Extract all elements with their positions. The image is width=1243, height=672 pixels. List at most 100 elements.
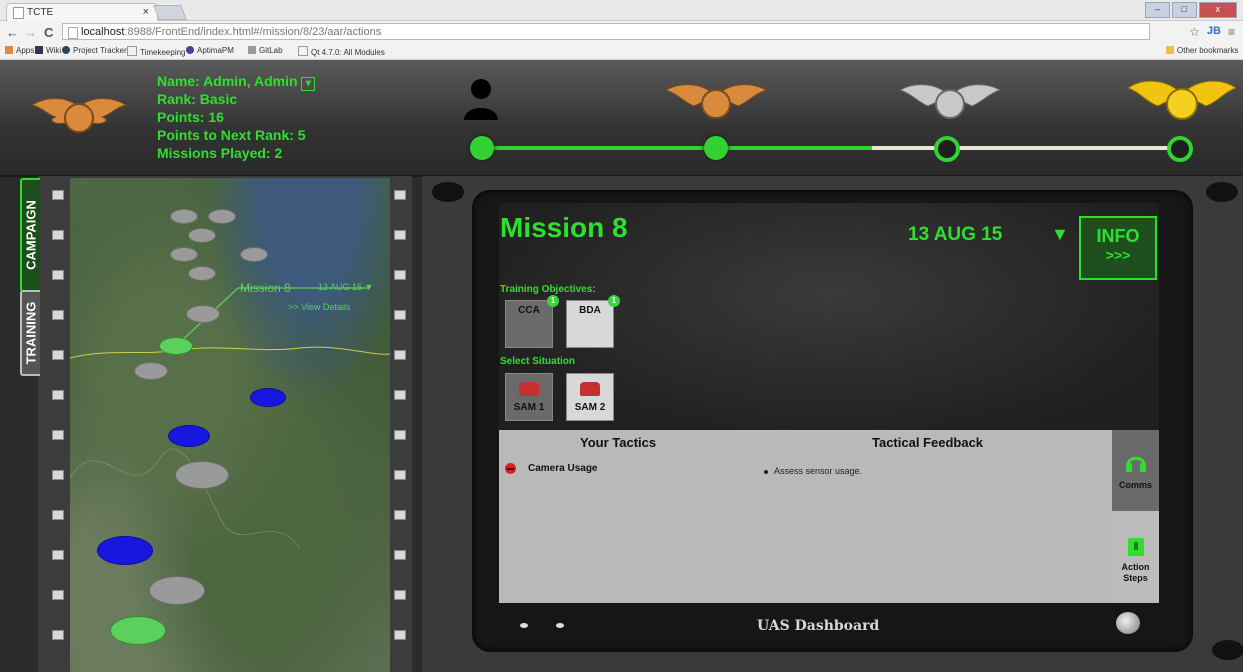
map-callout-title: Mission 8 — [240, 281, 291, 295]
progress-line-completed — [492, 146, 892, 150]
progress-line-remaining — [872, 146, 1172, 150]
checklist-icon — [1127, 538, 1144, 556]
bookmark-project-tracker[interactable]: Project Tracker — [62, 46, 127, 55]
date-dropdown-icon[interactable]: ▼ — [1051, 224, 1069, 245]
url-path: :8988/FrontEnd/index.html#/mission/8/23/… — [124, 26, 382, 38]
map-overlay — [70, 287, 390, 549]
feedback-panel — [499, 430, 1159, 603]
objective-cca[interactable]: CCA — [505, 300, 553, 348]
tracker-icon — [62, 46, 70, 54]
bolt-icon — [1206, 182, 1238, 202]
progress-node-1 — [470, 136, 494, 160]
comms-button[interactable]: Comms — [1112, 430, 1159, 511]
forward-button[interactable]: → — [24, 25, 37, 40]
page-icon — [298, 46, 308, 56]
tab-campaign[interactable]: CAMPAIGN — [20, 178, 40, 292]
address-bar[interactable]: localhost:8988/FrontEnd/index.html#/miss… — [62, 23, 1150, 40]
browser-tab[interactable]: TCTE × — [6, 3, 158, 21]
bookmark-apps[interactable]: Apps — [5, 46, 34, 55]
mission-marker[interactable] — [170, 209, 198, 224]
folder-icon — [1166, 46, 1174, 54]
objective-bda[interactable]: BDA — [566, 300, 614, 348]
reload-button[interactable]: C — [44, 25, 53, 40]
profile-missions: Missions Played: 2 — [157, 145, 283, 161]
mission-marker[interactable] — [168, 425, 210, 447]
new-tab-button[interactable] — [153, 5, 187, 20]
bronze-rank-wings-icon — [30, 98, 128, 133]
situation-sam-2[interactable]: SAM 2 — [566, 373, 614, 421]
page-icon — [13, 7, 24, 19]
map-callout-date[interactable]: 13 AUG 15 ▼ — [318, 282, 373, 292]
indicator-light — [520, 623, 528, 628]
action-steps-button[interactable]: Action Steps — [1112, 511, 1159, 603]
bookmark-wiki[interactable]: Wiki — [35, 46, 61, 55]
vehicle-icon — [580, 382, 600, 396]
profile-button[interactable]: JB — [1207, 25, 1221, 39]
bronze-rank-wings-icon — [664, 84, 768, 119]
headset-icon — [1125, 456, 1146, 472]
silver-rank-wings-icon — [898, 84, 1002, 119]
bookmark-qt[interactable]: Qt 4.7.0: All Modules — [298, 46, 385, 57]
situation-label: Select Situation — [500, 356, 576, 367]
browser-tab-bar: TCTE × – □ x — [0, 0, 1243, 21]
situation-sam-1[interactable]: SAM 1 — [505, 373, 553, 421]
profile-points: Points: 16 — [157, 109, 224, 125]
profile-rank: Rank: Basic — [157, 91, 238, 107]
gitlab-icon — [248, 46, 256, 54]
mission-marker[interactable] — [208, 209, 236, 224]
url-host: localhost — [81, 26, 125, 38]
power-knob-icon[interactable] — [1116, 612, 1140, 634]
profile-name: Name: Admin, Admin ▾ — [157, 73, 316, 91]
mission-marker[interactable] — [97, 536, 153, 565]
mission-marker[interactable] — [110, 616, 166, 645]
bookmarks-bar: Apps Wiki Project Tracker Timekeeping Ap… — [0, 43, 1243, 60]
tactic-item: Camera Usage — [528, 463, 598, 474]
bolt-icon — [432, 182, 464, 202]
profile-points-next: Points to Next Rank: 5 — [157, 127, 306, 143]
mission-marker[interactable] — [188, 228, 216, 243]
star-icon[interactable]: ☆ — [1189, 25, 1200, 39]
minimize-button[interactable]: – — [1145, 2, 1170, 18]
indicator-light — [556, 623, 564, 628]
bookmark-timekeeping[interactable]: Timekeeping — [127, 46, 186, 57]
window-close-button[interactable]: x — [1198, 2, 1237, 18]
profile-dropdown-icon[interactable]: ▾ — [301, 77, 316, 91]
mission-marker-selected[interactable] — [159, 337, 193, 355]
feedback-item: Assess sensor usage. — [764, 466, 862, 476]
bolt-icon — [1212, 640, 1243, 660]
gold-rank-wings-icon — [1126, 80, 1238, 120]
mission-marker[interactable] — [134, 362, 168, 380]
back-button[interactable]: ← — [6, 25, 19, 40]
objectives-label: Training Objectives: — [500, 284, 596, 295]
tab-close-icon[interactable]: × — [143, 6, 149, 18]
campaign-map[interactable]: Mission 8 13 AUG 15 ▼ >> View Details — [70, 178, 390, 672]
page-icon — [68, 27, 78, 39]
maximize-button[interactable]: □ — [1171, 2, 1197, 18]
mission-marker[interactable] — [240, 247, 268, 262]
tactics-header: Your Tactics — [580, 435, 657, 450]
mission-marker[interactable] — [170, 247, 198, 262]
bookmark-gitlab[interactable]: GitLab — [248, 46, 283, 55]
progress-node-3 — [934, 136, 960, 162]
user-icon — [464, 79, 498, 120]
mission-marker[interactable] — [149, 576, 205, 605]
browser-toolbar: ← → C localhost:8988/FrontEnd/index.html… — [0, 21, 1243, 43]
vehicle-icon — [519, 382, 539, 396]
page-icon — [127, 46, 137, 56]
tab-training[interactable]: TRAINING — [20, 290, 40, 376]
bookmark-aptimapm[interactable]: AptimaPM — [186, 46, 234, 55]
mission-marker[interactable] — [175, 461, 229, 489]
objective-cca-badge: 1 — [547, 295, 559, 307]
mission-marker[interactable] — [250, 388, 286, 407]
bookmark-other[interactable]: Other bookmarks — [1166, 46, 1238, 55]
dashboard-footer-label: UAS Dashboard — [757, 618, 880, 634]
view-details-link[interactable]: >> View Details — [288, 302, 350, 312]
mission-date: 13 AUG 15 — [908, 224, 1003, 245]
info-button[interactable]: INFO >>> — [1079, 216, 1157, 280]
menu-icon[interactable]: ≡ — [1228, 25, 1235, 39]
wiki-icon — [35, 46, 43, 54]
mission-marker[interactable] — [188, 266, 216, 281]
progress-node-2 — [704, 136, 728, 160]
mission-marker[interactable] — [186, 305, 220, 323]
aptima-icon — [186, 46, 194, 54]
